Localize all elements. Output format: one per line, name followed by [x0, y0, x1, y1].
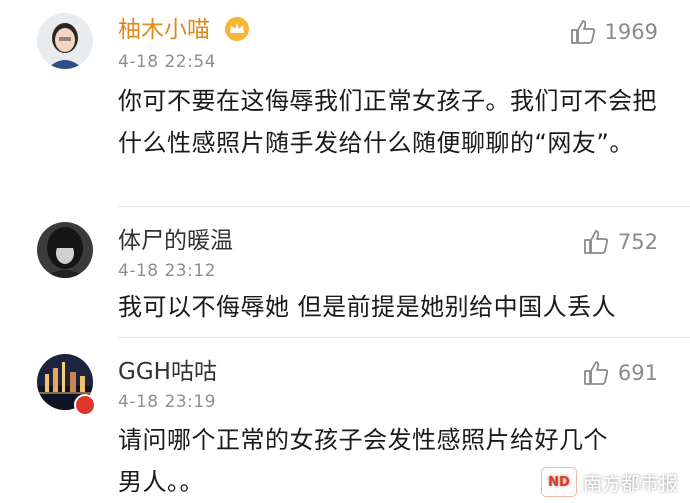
like-count: 1969 — [604, 20, 658, 44]
watermark-text: 南方都市报 — [582, 472, 678, 495]
thumbs-up-icon — [570, 20, 595, 44]
avatar-photo — [37, 13, 93, 69]
user-avatar[interactable] — [37, 13, 93, 69]
like-count: 691 — [617, 361, 658, 385]
comment-text: 我可以不侮辱她 但是前提是她别给中国人丢人 — [118, 293, 617, 321]
newspaper-logo-icon: ND — [540, 467, 577, 497]
avatar-photo — [37, 222, 93, 278]
comment-item-2: 体尸的暖温 4-18 23:12 752 我可以不侮辱她 但是前提是她别给中国人… — [0, 206, 690, 336]
crown-icon — [225, 17, 249, 41]
timestamp: 4-18 23:19 — [118, 392, 216, 412]
timestamp: 4-18 23:12 — [118, 261, 216, 281]
comment-item-1: 柚木小喵 4-18 22:54 1969 你可不要在这侮辱我们正常女孩子。我们可… — [0, 0, 690, 205]
watermark: ND 南方都市报 — [540, 467, 678, 497]
like-button[interactable]: 752 — [582, 228, 658, 256]
timestamp: 4-18 22:54 — [118, 52, 216, 72]
like-button[interactable]: 691 — [582, 359, 658, 387]
user-avatar[interactable] — [37, 222, 93, 278]
like-count: 752 — [617, 230, 658, 254]
verified-badge-icon — [74, 394, 96, 416]
thumbs-up-icon — [584, 230, 609, 254]
username[interactable]: 体尸的暖温 — [118, 226, 233, 256]
comment-text: 你可不要在这侮辱我们正常女孩子。我们可不会把什么性感照片随手发给什么随便聊聊的“… — [118, 87, 657, 157]
username[interactable]: GGH咕咕 — [118, 357, 217, 387]
like-button[interactable]: 1969 — [569, 18, 658, 46]
username[interactable]: 柚木小喵 — [118, 15, 210, 45]
thumbs-up-icon — [584, 361, 609, 385]
